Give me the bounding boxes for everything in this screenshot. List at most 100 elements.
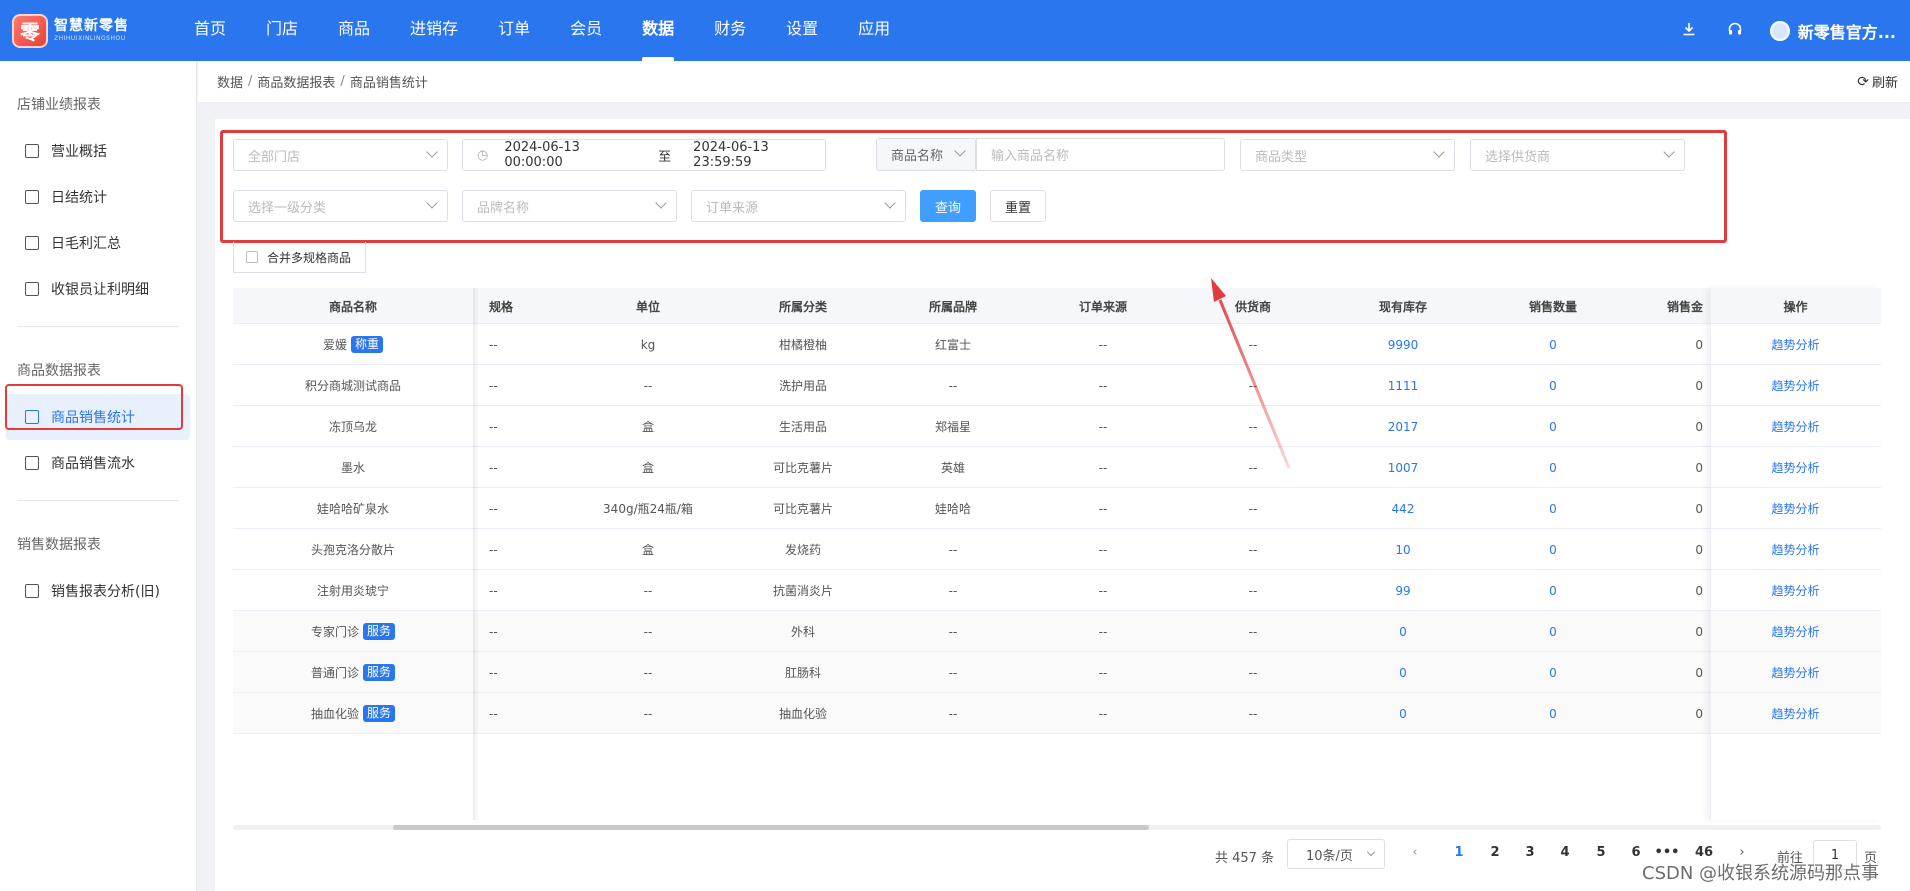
nav-item[interactable]: 应用 bbox=[838, 0, 910, 61]
page-number[interactable]: 2 bbox=[1480, 845, 1510, 860]
sidebar-item-label: 销售报表分析(旧) bbox=[51, 584, 160, 600]
page-number[interactable]: 3 bbox=[1515, 845, 1545, 860]
breadcrumb-item[interactable]: 商品数据报表 bbox=[257, 72, 335, 91]
table-row[interactable]: 头孢克洛分散片 -- 盒 发烧药 -- -- -- 10 0 0 趋势分析 bbox=[233, 529, 1881, 570]
name-field-select[interactable]: 商品名称 bbox=[876, 138, 976, 171]
cell-text: 外科 bbox=[790, 625, 815, 639]
sidebar-item[interactable]: 商品销售流水 bbox=[0, 440, 196, 486]
brand-select[interactable]: 品牌名称 bbox=[462, 190, 677, 222]
trend-analysis-link[interactable]: 趋势分析 bbox=[1710, 324, 1881, 365]
product-type-select[interactable]: 商品类型 bbox=[1240, 139, 1455, 171]
nav-item[interactable]: 商品 bbox=[318, 0, 390, 61]
nav-item[interactable]: 进销存 bbox=[390, 0, 478, 61]
cell-text: 0 bbox=[1399, 706, 1407, 721]
date-range-picker[interactable]: ◷ 2024-06-13 00:00:00 至 2024-06-13 23:59… bbox=[462, 139, 826, 171]
table-row[interactable]: 墨水 -- 盒 可比克薯片 英雄 -- -- 1007 0 0 趋势分析 bbox=[233, 447, 1881, 488]
nav-item[interactable]: 首页 bbox=[174, 0, 246, 61]
table-cell-spec: -- bbox=[473, 570, 533, 611]
table-row[interactable]: 冻顶乌龙 -- 盒 生活用品 郑福星 -- -- 2017 0 0 趋势分析 bbox=[233, 406, 1881, 447]
sidebar-item[interactable]: 销售报表分析(旧) bbox=[0, 568, 196, 614]
cell-text: 0 bbox=[1695, 542, 1703, 557]
page-number[interactable]: 1 bbox=[1444, 845, 1474, 860]
trend-analysis-link[interactable]: 趋势分析 bbox=[1710, 693, 1881, 734]
table-cell-name: 积分商城测试商品 bbox=[233, 365, 473, 406]
pagination-ellipsis[interactable]: ••• bbox=[1652, 845, 1682, 860]
table-row[interactable]: 注射用炎琥宁 -- -- 抗菌消炎片 -- -- -- 99 0 0 趋势分析 bbox=[233, 570, 1881, 611]
checkbox[interactable] bbox=[246, 251, 258, 263]
breadcrumb-item[interactable]: 数据 bbox=[217, 72, 243, 91]
cell-text: -- bbox=[1248, 542, 1258, 557]
cell-text: 9990 bbox=[1387, 337, 1419, 352]
page-last[interactable]: 46 bbox=[1689, 845, 1719, 860]
scrollbar-thumb[interactable] bbox=[393, 825, 1149, 830]
sidebar-item[interactable]: 营业概括 bbox=[0, 128, 196, 174]
headset-icon[interactable] bbox=[1712, 21, 1758, 41]
page-number[interactable]: 4 bbox=[1550, 845, 1580, 860]
sidebar-item[interactable]: 日结统计 bbox=[0, 174, 196, 220]
cell-text: -- bbox=[1098, 501, 1108, 516]
table-row[interactable]: 抽血化验 服务 -- -- 抽血化验 -- -- -- 0 0 0 趋势分析 bbox=[233, 693, 1881, 734]
trend-analysis-link[interactable]: 趋势分析 bbox=[1710, 652, 1881, 693]
cell-text: -- bbox=[643, 378, 653, 393]
table-cell-name: 专家门诊 服务 bbox=[233, 611, 473, 652]
page-number[interactable]: 5 bbox=[1586, 845, 1616, 860]
sidebar-item[interactable]: 商品销售统计 bbox=[6, 394, 190, 440]
supplier-select[interactable]: 选择供货商 bbox=[1470, 139, 1685, 171]
table-cell-name: 墨水 bbox=[233, 447, 473, 488]
table-row[interactable]: 爱媛 称重 -- kg 柑橘橙柚 红富士 -- -- 9990 0 0 趋势分析 bbox=[233, 324, 1881, 365]
cell-text: -- bbox=[489, 665, 498, 680]
report-icon bbox=[25, 410, 39, 424]
product-name-input[interactable]: 输入商品名称 bbox=[976, 138, 1225, 171]
download-icon[interactable] bbox=[1666, 21, 1712, 41]
nav-item[interactable]: 门店 bbox=[246, 0, 318, 61]
page-number[interactable]: 6 bbox=[1621, 845, 1651, 860]
reset-button[interactable]: 重置 bbox=[990, 190, 1046, 222]
user-menu[interactable]: 新零售官方... bbox=[1769, 19, 1896, 43]
sidebar-item[interactable]: 日毛利汇总 bbox=[0, 220, 196, 266]
cell-text: 洗护用品 bbox=[778, 379, 827, 393]
nav-item[interactable]: 会员 bbox=[550, 0, 622, 61]
cell-text: -- bbox=[489, 378, 498, 393]
prev-page-icon[interactable]: ‹ bbox=[1400, 845, 1430, 860]
cell-text: 0 bbox=[1695, 624, 1703, 639]
next-page-icon[interactable]: › bbox=[1727, 845, 1757, 860]
trend-analysis-link[interactable]: 趋势分析 bbox=[1710, 447, 1881, 488]
cell-text: 盒 bbox=[641, 461, 654, 475]
table-cell-spec: -- bbox=[473, 529, 533, 570]
cell-text: 2017 bbox=[1387, 419, 1419, 434]
category-select[interactable]: 选择一级分类 bbox=[233, 190, 448, 222]
trend-analysis-link[interactable]: 趋势分析 bbox=[1710, 406, 1881, 447]
trend-analysis-link[interactable]: 趋势分析 bbox=[1710, 611, 1881, 652]
trend-analysis-link[interactable]: 趋势分析 bbox=[1710, 529, 1881, 570]
table-row[interactable]: 娃哈哈矿泉水 -- 340g/瓶24瓶/箱 可比克薯片 娃哈哈 -- -- 442 0 0 趋势分析 bbox=[233, 488, 1881, 529]
nav-item[interactable]: 订单 bbox=[478, 0, 550, 61]
table-cell-name: 注射用炎琥宁 bbox=[233, 570, 473, 611]
sidebar-item-label: 商品销售统计 bbox=[51, 410, 135, 426]
sidebar-item[interactable]: 收银员让利明细 bbox=[0, 266, 196, 312]
nav-item[interactable]: 财务 bbox=[694, 0, 766, 61]
cell-text: 爱媛 bbox=[322, 338, 347, 352]
table-cell-spec: -- bbox=[473, 406, 533, 447]
horizontal-scrollbar[interactable] bbox=[233, 825, 1881, 830]
store-select[interactable]: 全部门店 bbox=[233, 139, 448, 171]
table-row[interactable]: 普通门诊 服务 -- -- 肛肠科 -- -- -- 0 0 0 趋势分析 bbox=[233, 652, 1881, 693]
trend-analysis-link[interactable]: 趋势分析 bbox=[1710, 365, 1881, 406]
logo-icon: 零 bbox=[12, 13, 48, 48]
merge-spec-checkbox[interactable]: 合并多规格商品 bbox=[233, 242, 366, 273]
cell-text: -- bbox=[489, 460, 498, 475]
trend-analysis-link[interactable]: 趋势分析 bbox=[1710, 570, 1881, 611]
trend-analysis-link[interactable]: 趋势分析 bbox=[1710, 488, 1881, 529]
logo[interactable]: 零 智慧新零售 ZHIHUIXINLINGSHOU bbox=[12, 13, 162, 48]
table-header: 商品名称 规格 单位 所属分类 所属品牌 订单来源 供货商 现有库存 销售数量 销售金 操作 bbox=[233, 288, 1881, 324]
cell-text: 0 bbox=[1549, 542, 1557, 557]
table-row[interactable]: 积分商城测试商品 -- -- 洗护用品 -- -- -- 1111 0 0 趋势分析 bbox=[233, 365, 1881, 406]
nav-item[interactable]: 设置 bbox=[766, 0, 838, 61]
page-size-select[interactable]: 10条/页 bbox=[1287, 839, 1385, 869]
cell-text: 趋势分析 bbox=[1771, 338, 1820, 352]
table-row[interactable]: 专家门诊 服务 -- -- 外科 -- -- -- 0 0 0 趋势分析 bbox=[233, 611, 1881, 652]
query-button[interactable]: 查询 bbox=[920, 190, 976, 222]
refresh-button[interactable]: ⟳ 刷新 bbox=[1857, 72, 1898, 92]
table-cell-name: 抽血化验 服务 bbox=[233, 693, 473, 734]
nav-item[interactable]: 数据 bbox=[622, 0, 694, 61]
order-source-select[interactable]: 订单来源 bbox=[691, 190, 906, 222]
